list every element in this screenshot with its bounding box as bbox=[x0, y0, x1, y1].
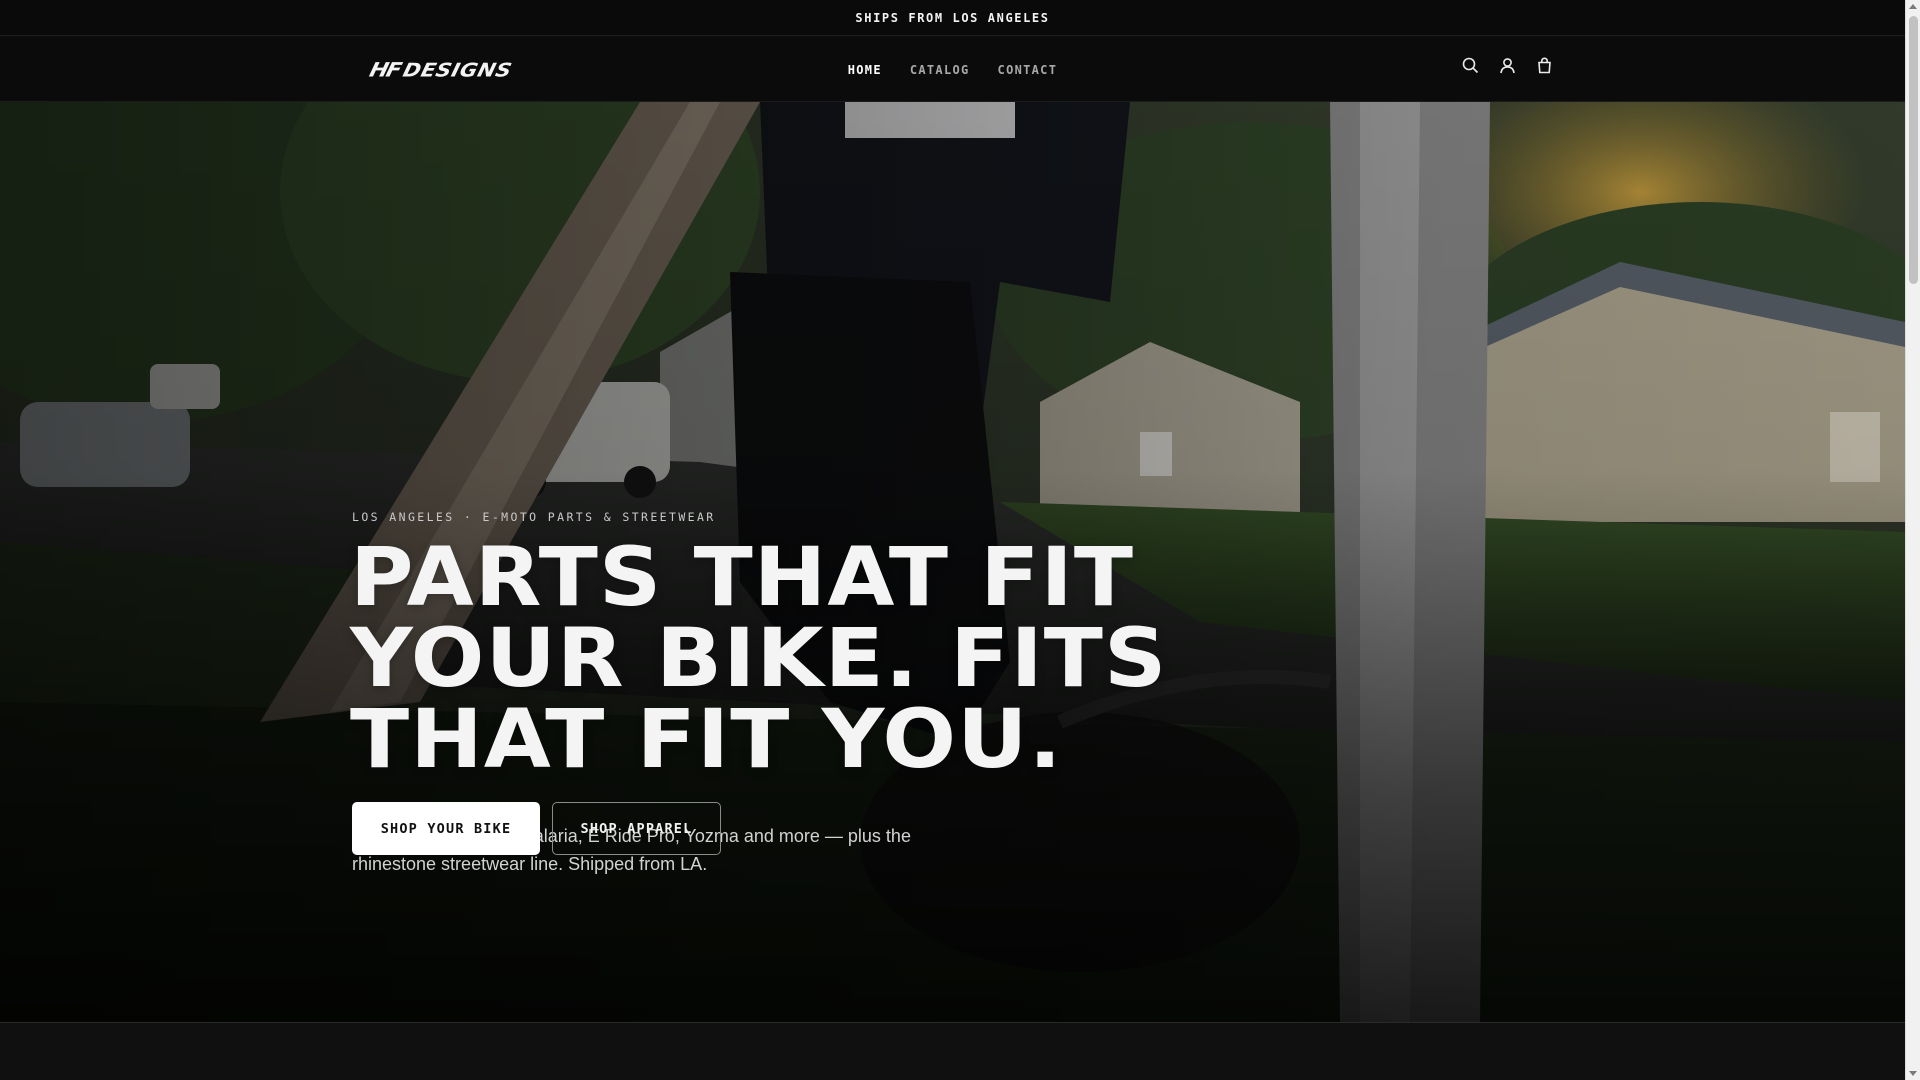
hero-headline: PARTS THAT FIT YOUR BIKE. FITS THAT FIT … bbox=[350, 538, 1313, 781]
page-scrollbar[interactable] bbox=[1905, 0, 1920, 1080]
account-icon[interactable] bbox=[1497, 55, 1517, 75]
nav-catalog[interactable]: CATALOG bbox=[910, 63, 970, 77]
search-icon[interactable] bbox=[1460, 55, 1480, 75]
announcement-bar: SHIPS FROM LOS ANGELES bbox=[0, 0, 1905, 36]
cart-icon[interactable] bbox=[1534, 55, 1554, 75]
headline-line-2: YOUR BIKE. FITS bbox=[350, 612, 1168, 706]
site-header: HF DESIGNS HOME CATALOG CONTACT bbox=[0, 37, 1905, 102]
nav-contact[interactable]: CONTACT bbox=[998, 63, 1058, 77]
header-icons bbox=[1460, 55, 1554, 75]
shop-your-bike-button[interactable]: SHOP YOUR BIKE bbox=[352, 802, 540, 855]
hero-eyebrow: LOS ANGELES · E-MOTO PARTS & STREETWEAR bbox=[352, 510, 716, 524]
next-section bbox=[0, 1022, 1905, 1080]
hero-section: LOS ANGELES · E-MOTO PARTS & STREETWEAR … bbox=[0, 102, 1905, 1022]
headline-line-1: PARTS THAT FIT bbox=[350, 531, 1135, 625]
headline-line-3: THAT FIT YOU. bbox=[350, 693, 1063, 787]
scroll-down-arrow-icon[interactable] bbox=[1909, 1071, 1917, 1076]
main-nav: HOME CATALOG CONTACT bbox=[0, 37, 1905, 102]
nav-home[interactable]: HOME bbox=[848, 63, 882, 77]
scroll-thumb[interactable] bbox=[1909, 16, 1918, 284]
shop-apparel-button[interactable]: SHOP APPAREL bbox=[552, 802, 721, 855]
announcement-text: SHIPS FROM LOS ANGELES bbox=[855, 10, 1050, 25]
scroll-up-arrow-icon[interactable] bbox=[1909, 4, 1917, 9]
